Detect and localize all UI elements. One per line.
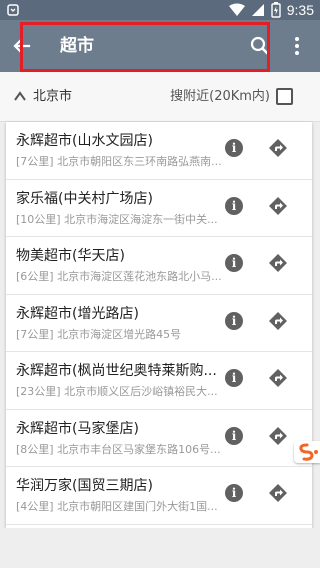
result-subtitle: [23公里] 北京市顺义区后沙峪镇裕民大... bbox=[16, 384, 218, 400]
directions-icon[interactable] bbox=[268, 311, 288, 331]
result-address: 北京市海淀区增光路45号 bbox=[57, 327, 182, 341]
more-options-button[interactable] bbox=[288, 34, 306, 58]
result-distance: [7公里] bbox=[16, 327, 54, 341]
result-name: 永辉超市(山水文园店) bbox=[16, 133, 153, 149]
result-row[interactable]: 家乐福(中关村广场店) [10公里] 北京市海淀区海淀东一街中关... i bbox=[6, 180, 312, 237]
result-row[interactable]: 永辉超市(增光路店) [7公里] 北京市海淀区增光路45号 i bbox=[6, 295, 312, 352]
info-icon[interactable]: i bbox=[225, 139, 243, 157]
result-distance: [23公里] bbox=[16, 385, 61, 398]
result-name: 华润万家(国贸三期店) bbox=[16, 478, 153, 494]
result-subtitle: [7公里] 北京市海淀区增光路45号 bbox=[16, 327, 181, 343]
directions-icon[interactable] bbox=[268, 138, 288, 158]
city-dropdown-caret-icon[interactable] bbox=[14, 91, 26, 101]
result-row[interactable]: 物美超市(华天店) [6公里] 北京市海淀区莲花池东路北小马... i bbox=[6, 237, 312, 295]
result-address: 北京市海淀区莲花池东路北小马... bbox=[57, 270, 222, 283]
info-icon[interactable]: i bbox=[225, 369, 243, 387]
result-name: 永辉超市(枫尚世纪奥特莱斯购... bbox=[16, 363, 217, 379]
result-address: 北京市顺义区后沙峪镇裕民大... bbox=[64, 385, 218, 398]
result-distance: [4公里] bbox=[16, 500, 54, 513]
result-subtitle: [10公里] 北京市海淀区海淀东一街中关... bbox=[16, 212, 218, 228]
result-row[interactable]: 永辉超市(枫尚世纪奥特莱斯购... [23公里] 北京市顺义区后沙峪镇裕民大...… bbox=[6, 352, 312, 410]
result-name: 物美超市(华天店) bbox=[16, 248, 125, 264]
result-subtitle: [7公里] 北京市朝阳区东三环南路弘燕南... bbox=[16, 154, 222, 170]
result-distance: [6公里] bbox=[16, 270, 54, 283]
status-bar: 9:35 bbox=[0, 0, 320, 20]
status-icons: 9:35 bbox=[228, 1, 314, 19]
directions-icon[interactable] bbox=[268, 196, 288, 216]
directions-icon[interactable] bbox=[268, 368, 288, 388]
filter-bar: 北京市 搜附近(20Km内) bbox=[0, 72, 320, 122]
result-subtitle: [8公里] 北京市丰台区马家堡东路106号... bbox=[16, 442, 221, 458]
directions-icon[interactable] bbox=[268, 253, 288, 273]
result-subtitle: [6公里] 北京市海淀区莲花池东路北小马... bbox=[16, 269, 222, 285]
result-address: 北京市丰台区马家堡东路106号... bbox=[57, 442, 221, 456]
result-row[interactable]: 华润万家(国贸三期店) [4公里] 北京市朝阳区建国门外大街1国... i bbox=[6, 467, 312, 525]
bottom-area bbox=[0, 528, 320, 568]
info-icon[interactable]: i bbox=[225, 196, 243, 215]
info-icon[interactable]: i bbox=[225, 311, 243, 330]
result-subtitle: [4公里] 北京市朝阳区建国门外大街1国... bbox=[16, 499, 218, 515]
android-debug-icon bbox=[7, 4, 19, 16]
result-name: 永辉超市(马家堡店) bbox=[16, 420, 139, 437]
result-distance: [7公里] bbox=[16, 155, 54, 168]
city-selector[interactable]: 北京市 bbox=[33, 88, 72, 106]
info-icon[interactable]: i bbox=[225, 254, 243, 272]
status-time: 9:35 bbox=[286, 2, 314, 18]
more-vert-icon bbox=[295, 37, 299, 41]
nearby-label: 搜附近(20Km内) bbox=[170, 89, 270, 104]
info-icon[interactable]: i bbox=[225, 484, 243, 502]
result-address: 北京市朝阳区东三环南路弘燕南... bbox=[57, 155, 222, 168]
result-row[interactable]: 永辉超市(山水文园店) [7公里] 北京市朝阳区东三环南路弘燕南... i bbox=[6, 122, 312, 180]
nearby-checkbox[interactable] bbox=[276, 88, 293, 105]
result-distance: [8公里] bbox=[16, 442, 54, 456]
directions-icon[interactable] bbox=[268, 483, 288, 503]
results-list: 永辉超市(山水文园店) [7公里] 北京市朝阳区东三环南路弘燕南... i 家乐福(中… bbox=[6, 122, 312, 528]
result-address: 北京市海淀区海淀东一街中关... bbox=[64, 212, 218, 226]
result-distance: [10公里] bbox=[16, 212, 61, 226]
directions-icon[interactable] bbox=[268, 426, 288, 446]
result-name: 永辉超市(增光路店) bbox=[16, 305, 139, 322]
wifi-icon bbox=[228, 3, 245, 16]
signal-icon bbox=[251, 4, 264, 16]
result-name: 家乐福(中关村广场店) bbox=[16, 190, 153, 207]
highlight-box bbox=[20, 22, 270, 72]
info-icon[interactable]: i bbox=[225, 426, 243, 445]
result-address: 北京市朝阳区建国门外大街1国... bbox=[57, 500, 218, 513]
result-row[interactable]: 永辉超市(马家堡店) [8公里] 北京市丰台区马家堡东路106号... i bbox=[6, 410, 312, 467]
battery-charging-icon bbox=[271, 2, 281, 18]
sogou-ime-icon[interactable] bbox=[294, 441, 320, 463]
